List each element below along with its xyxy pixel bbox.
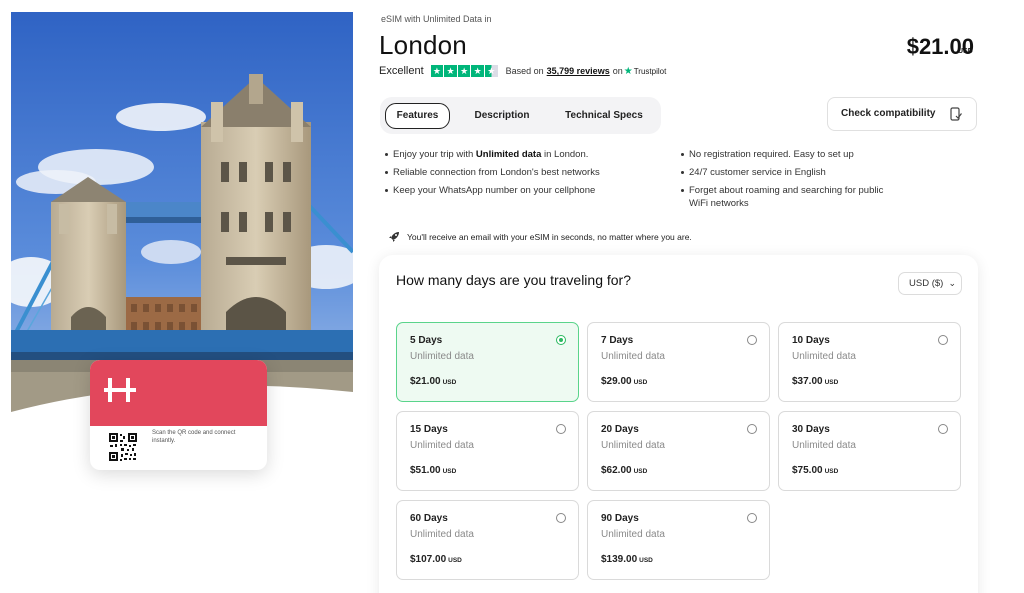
check-compatibility-button[interactable]: Check compatibility — [827, 97, 977, 131]
feature-item: Forget about roaming and searching for p… — [681, 184, 901, 210]
star-icon: ★ — [444, 64, 457, 78]
feature-item: Enjoy your trip with Unlimited data in L… — [385, 148, 675, 161]
trustpilot-logo: Trustpilot — [633, 66, 667, 76]
radio-selected-icon[interactable] — [556, 335, 566, 345]
radio-icon[interactable] — [938, 424, 948, 434]
trustpilot-rating: Excellent ★ ★ ★ ★ ★ Based on 35,799 revi… — [379, 64, 666, 78]
check-compatibility-label: Check compatibility — [841, 108, 936, 119]
star-icon: ★ — [471, 64, 485, 78]
plan-option-5-days[interactable]: 5 Days Unlimited data $21.00 USD — [396, 322, 579, 402]
plan-data: Unlimited data — [410, 351, 474, 362]
star-icon: ★ — [457, 64, 471, 78]
plan-data: Unlimited data — [410, 440, 474, 451]
feature-item: Keep your WhatsApp number on your cellph… — [385, 184, 675, 197]
plan-price: $51.00 USD — [410, 465, 457, 476]
plan-option-10-days[interactable]: 10 Days Unlimited data $37.00 USD — [778, 322, 961, 402]
plan-data: Unlimited data — [601, 440, 665, 451]
plan-price: $37.00 USD — [792, 376, 839, 387]
email-notice-text: You'll receive an email with your eSIM i… — [407, 232, 692, 242]
product-subtitle: eSIM with Unlimited Data in — [381, 14, 492, 24]
plan-price: $21.00 USD — [410, 376, 457, 387]
plan-price: $107.00 USD — [410, 554, 462, 565]
rating-stars: ★ ★ ★ ★ ★ — [430, 64, 498, 78]
rating-on: on — [612, 66, 623, 76]
plan-days: 10 Days — [792, 335, 830, 346]
qr-instructions: Scan the QR code and connect instantly. — [152, 430, 236, 444]
plan-data: Unlimited data — [601, 351, 665, 362]
plan-option-20-days[interactable]: 20 Days Unlimited data $62.00 USD — [587, 411, 770, 491]
currency-select[interactable]: USD ($) ⌄ — [898, 272, 962, 295]
price-currency: USD — [958, 48, 973, 55]
tab-features[interactable]: Features — [385, 103, 450, 129]
currency-select-value: USD ($) — [909, 278, 944, 289]
plan-days: 30 Days — [792, 424, 830, 435]
plan-price: $62.00 USD — [601, 465, 648, 476]
feature-item: 24/7 customer service in English — [681, 166, 901, 179]
radio-icon[interactable] — [747, 335, 757, 345]
phone-check-icon — [950, 107, 962, 121]
chevron-down-icon: ⌄ — [948, 278, 956, 288]
holafly-logo-icon — [104, 378, 136, 402]
features-right: No registration required. Easy to set up… — [681, 148, 901, 215]
radio-icon[interactable] — [556, 424, 566, 434]
rating-based-on: Based on — [505, 66, 544, 76]
trustpilot-star-icon: ★ — [623, 65, 633, 77]
plan-picker: How many days are you traveling for? USD… — [379, 255, 978, 593]
esim-card: Scan the QR code and connect instantly. — [90, 360, 267, 470]
qr-code-icon — [108, 432, 138, 462]
plan-option-15-days[interactable]: 15 Days Unlimited data $51.00 USD — [396, 411, 579, 491]
plan-price: $75.00 USD — [792, 465, 839, 476]
plan-data: Unlimited data — [792, 351, 856, 362]
plan-price: $139.00 USD — [601, 554, 653, 565]
plan-option-30-days[interactable]: 30 Days Unlimited data $75.00 USD — [778, 411, 961, 491]
plan-days: 60 Days — [410, 513, 448, 524]
feature-item: No registration required. Easy to set up — [681, 148, 901, 161]
plan-option-7-days[interactable]: 7 Days Unlimited data $29.00 USD — [587, 322, 770, 402]
page-title: London — [379, 30, 467, 60]
radio-icon[interactable] — [747, 424, 757, 434]
plan-days: 90 Days — [601, 513, 639, 524]
radio-icon[interactable] — [747, 513, 757, 523]
product-price: $21.00 — [907, 34, 974, 60]
rocket-icon — [389, 232, 399, 242]
tab-technical-specs[interactable]: Technical Specs — [558, 103, 650, 129]
plan-data: Unlimited data — [410, 529, 474, 540]
plan-days: 15 Days — [410, 424, 448, 435]
star-icon: ★ — [430, 64, 444, 78]
plan-days: 20 Days — [601, 424, 639, 435]
feature-item: Reliable connection from London's best n… — [385, 166, 675, 179]
radio-icon[interactable] — [938, 335, 948, 345]
tab-description[interactable]: Description — [467, 103, 537, 129]
reviews-link[interactable]: 35,799 reviews — [547, 66, 610, 76]
plan-price: $29.00 USD — [601, 376, 648, 387]
info-tabs: Features Description Technical Specs — [380, 97, 661, 134]
plan-data: Unlimited data — [792, 440, 856, 451]
email-notice: You'll receive an email with your eSIM i… — [388, 231, 692, 243]
half-star-icon: ★ — [485, 64, 498, 78]
plan-option-60-days[interactable]: 60 Days Unlimited data $107.00 USD — [396, 500, 579, 580]
features-left: Enjoy your trip with Unlimited data in L… — [385, 148, 675, 202]
price-value: $21.00 — [906, 34, 974, 59]
rating-label: Excellent — [379, 65, 424, 77]
plan-data: Unlimited data — [601, 529, 665, 540]
plan-days: 5 Days — [410, 335, 443, 346]
radio-icon[interactable] — [556, 513, 566, 523]
plan-days: 7 Days — [601, 335, 634, 346]
plan-option-90-days[interactable]: 90 Days Unlimited data $139.00 USD — [587, 500, 770, 580]
picker-question: How many days are you traveling for? — [396, 272, 631, 288]
